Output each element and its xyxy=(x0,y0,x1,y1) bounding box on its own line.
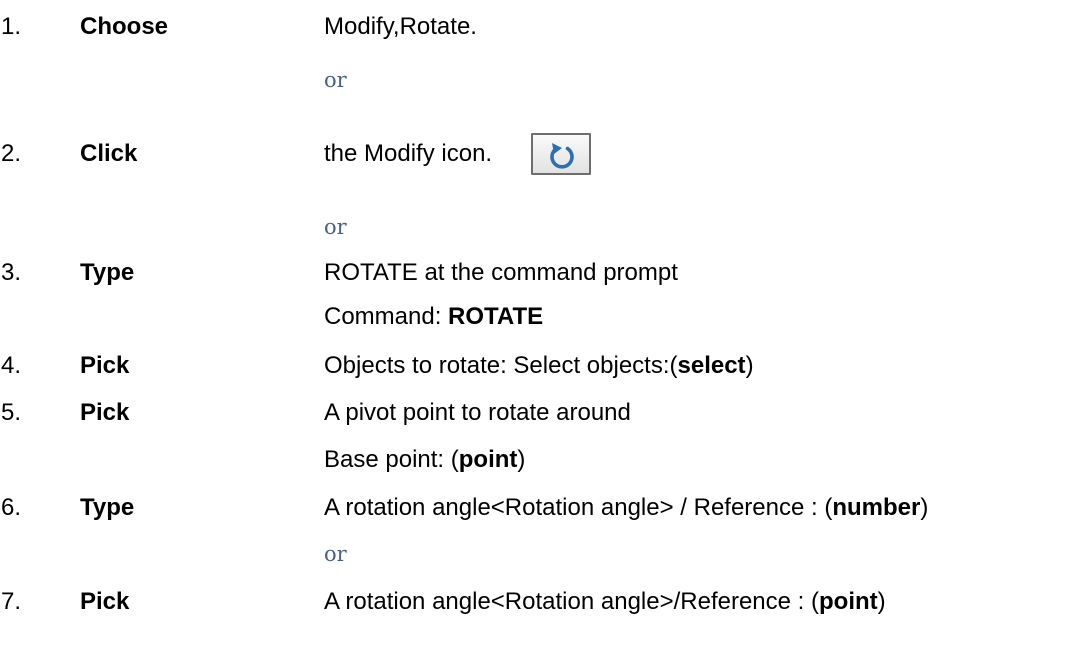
step-5: 5. Pick A pivot point to rotate around xyxy=(0,396,1066,430)
desc-text: Base point: ( xyxy=(324,446,459,473)
step-description: A rotation angle<Rotation angle> / Refer… xyxy=(324,491,928,525)
step-number: 4. xyxy=(1,352,22,379)
step-3-command: Command: ROTATE xyxy=(0,300,1066,334)
step-description: the Modify icon. xyxy=(324,140,493,167)
desc-bold: point xyxy=(458,446,518,473)
step-number: 1. xyxy=(1,13,22,40)
rotate-icon xyxy=(550,143,574,169)
step-verb: Pick xyxy=(80,352,130,379)
command-line: Command: ROTATE xyxy=(324,300,543,334)
or-label: or xyxy=(324,68,347,92)
step-number: 5. xyxy=(1,399,22,426)
step-verb: Pick xyxy=(80,399,130,426)
command-value: ROTATE xyxy=(448,303,544,330)
desc-bold: point xyxy=(819,588,878,615)
or-label: or xyxy=(324,542,347,566)
or-label: or xyxy=(324,215,347,239)
or-separator-2: or xyxy=(0,210,1066,244)
desc-close: ) xyxy=(517,446,526,473)
step-verb: Type xyxy=(80,259,135,286)
step-description: A pivot point to rotate around xyxy=(324,399,631,426)
step-verb: Click xyxy=(80,140,138,167)
desc-close: ) xyxy=(877,588,886,615)
command-label: Command: xyxy=(324,303,449,330)
step-description: A rotation angle<Rotation angle>/Referen… xyxy=(324,585,886,619)
step-1: 1. Choose Modify,Rotate. xyxy=(0,10,1066,44)
desc-close: ) xyxy=(920,494,929,521)
or-separator-3: or xyxy=(0,537,1066,571)
desc-text: Objects to rotate: Select objects:( xyxy=(324,352,678,379)
step-4: 4. Pick Objects to rotate: Select object… xyxy=(0,349,1066,383)
desc-bold: number xyxy=(832,494,921,521)
desc-bold: select xyxy=(677,352,746,379)
step-description: Objects to rotate: Select objects:(selec… xyxy=(324,349,754,383)
step-number: 6. xyxy=(1,494,22,521)
step-number: 7. xyxy=(1,588,22,615)
step-3: 3. Type ROTATE at the command prompt xyxy=(0,256,1066,290)
step-verb: Type xyxy=(80,494,135,521)
step-verb: Choose xyxy=(80,13,169,40)
step-description: Modify,Rotate. xyxy=(324,13,477,40)
step-verb: Pick xyxy=(80,588,130,615)
step-5-base-point: Base point: (point) xyxy=(0,443,1066,477)
base-point-line: Base point: (point) xyxy=(324,443,525,477)
desc-text: A rotation angle<Rotation angle> / Refer… xyxy=(324,494,833,521)
rotate-button[interactable] xyxy=(531,133,591,175)
desc-close: ) xyxy=(745,352,754,379)
step-number: 3. xyxy=(1,259,22,286)
step-number: 2. xyxy=(1,140,22,167)
step-description: ROTATE at the command prompt xyxy=(324,259,678,286)
desc-text: A rotation angle<Rotation angle>/Referen… xyxy=(324,588,819,615)
step-6: 6. Type A rotation angle<Rotation angle>… xyxy=(0,491,1066,525)
or-separator-1: or xyxy=(0,63,1066,97)
step-7: 7. Pick A rotation angle<Rotation angle>… xyxy=(0,585,1066,619)
